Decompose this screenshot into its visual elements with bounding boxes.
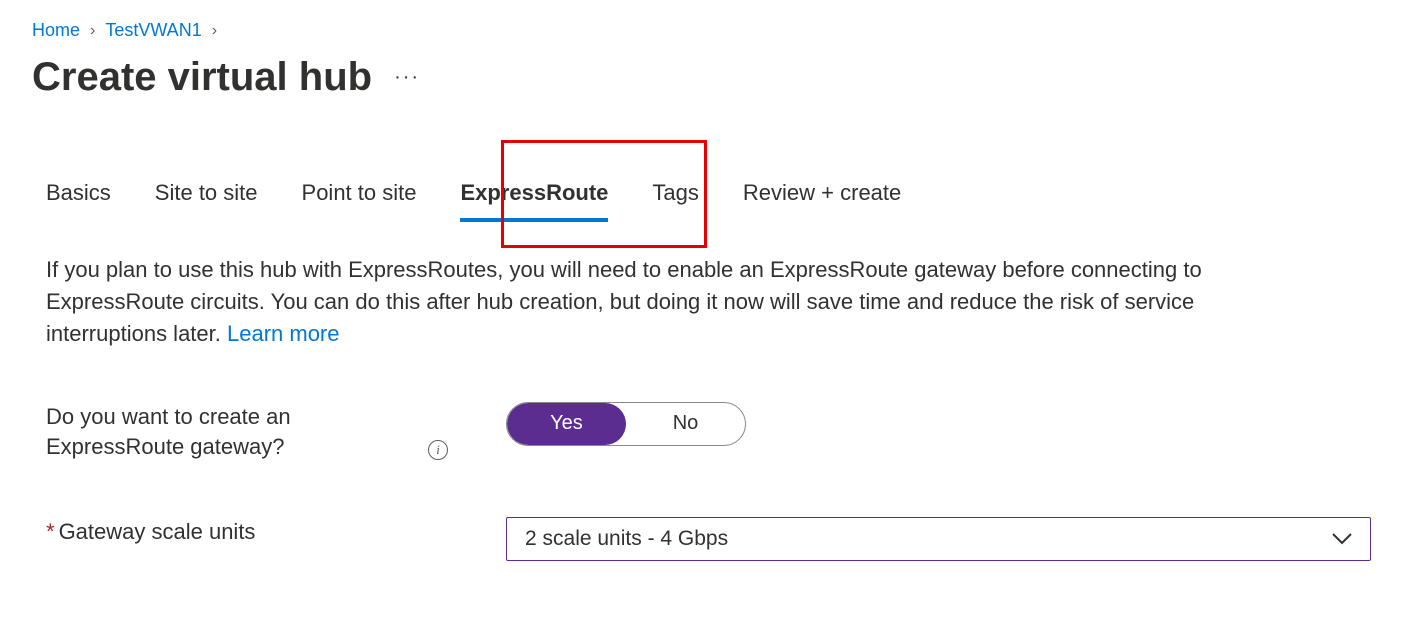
breadcrumb: Home › TestVWAN1 › [32, 20, 1381, 41]
scale-units-label: *Gateway scale units [46, 517, 506, 548]
breadcrumb-testvwan1[interactable]: TestVWAN1 [105, 20, 201, 41]
tab-expressroute[interactable]: ExpressRoute [460, 180, 608, 216]
label-text: Do you want to create an ExpressRoute ga… [46, 402, 426, 464]
chevron-right-icon: › [212, 22, 217, 40]
tab-point-to-site[interactable]: Point to site [302, 180, 417, 216]
tab-tags[interactable]: Tags [652, 180, 698, 216]
create-gateway-toggle[interactable]: Yes No [506, 402, 746, 446]
toggle-yes[interactable]: Yes [507, 403, 626, 445]
form-row-scale-units: *Gateway scale units 2 scale units - 4 G… [46, 517, 1381, 561]
label-text: Gateway scale units [59, 517, 256, 548]
create-gateway-label: Do you want to create an ExpressRoute ga… [46, 402, 506, 464]
chevron-right-icon: › [90, 22, 95, 40]
tab-basics[interactable]: Basics [46, 180, 111, 216]
chevron-down-icon [1332, 529, 1352, 550]
tabs: Basics Site to site Point to site Expres… [46, 180, 1381, 216]
title-row: Create virtual hub ··· [32, 55, 1381, 100]
form-row-create-gateway: Do you want to create an ExpressRoute ga… [46, 402, 1381, 464]
description-text: If you plan to use this hub with Express… [46, 257, 1202, 346]
tab-description: If you plan to use this hub with Express… [46, 254, 1306, 350]
more-actions-icon[interactable]: ··· [394, 66, 420, 89]
page-title: Create virtual hub [32, 55, 372, 100]
tab-review-create[interactable]: Review + create [743, 180, 901, 216]
tab-site-to-site[interactable]: Site to site [155, 180, 258, 216]
breadcrumb-home[interactable]: Home [32, 20, 80, 41]
learn-more-link[interactable]: Learn more [227, 321, 340, 346]
dropdown-value: 2 scale units - 4 Gbps [525, 527, 728, 551]
scale-units-dropdown[interactable]: 2 scale units - 4 Gbps [506, 517, 1371, 561]
required-asterisk: * [46, 517, 55, 548]
info-icon[interactable]: i [428, 440, 448, 460]
toggle-no[interactable]: No [626, 403, 745, 445]
